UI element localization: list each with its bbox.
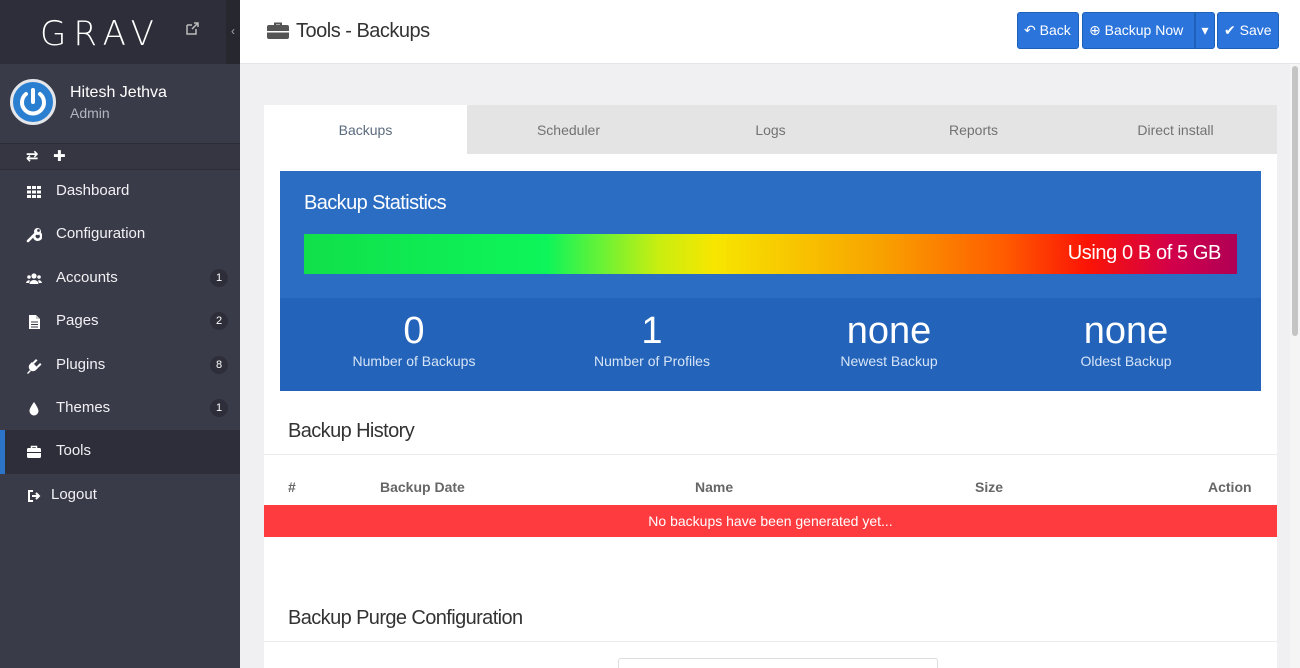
backup-dropdown-toggle[interactable]: ▾ [1195,12,1215,49]
sidebar-item-tools[interactable]: Tools [0,430,240,474]
wrench-icon [26,228,42,243]
stat-value: 0 [403,310,425,352]
backup-now-button[interactable]: ⊕ Backup Now [1082,12,1195,49]
sidebar-nav: Dashboard Configuration Accounts 1 Pages… [0,170,240,517]
backup-statistics: Backup Statistics Using 0 B of 5 GB 0 Nu… [280,171,1261,391]
column-header-name: Name [695,479,734,495]
scrollbar-thumb[interactable] [1292,66,1298,336]
sidebar-item-plugins[interactable]: Plugins 8 [0,344,240,387]
avatar [10,79,56,125]
users-icon [26,273,42,284]
stats-summary: 0 Number of Backups 1 Number of Profiles… [280,298,1261,391]
stat-caption: Oldest Backup [1080,353,1172,369]
save-button-label: Save [1239,22,1272,38]
tab-direct-install[interactable]: Direct install [1074,105,1277,154]
refresh-icon[interactable]: ⇄ [26,147,39,165]
sidebar-item-logout[interactable]: Logout [0,474,240,517]
backup-now-label: Backup Now [1104,22,1184,38]
sidebar: GRAV ‹ Hitesh Jethva Admin ⇄ ✚ Dashboard… [0,0,240,668]
user-name: Hitesh Jethva [70,84,167,101]
sidebar-item-configuration[interactable]: Configuration [0,213,240,256]
sidebar-item-pages[interactable]: Pages 2 [0,300,240,343]
backups-card: Backups Scheduler Logs Reports Direct in… [264,105,1277,668]
back-button-label: Back [1039,22,1071,38]
stat-caption: Newest Backup [840,353,938,369]
sidebar-item-label: Configuration [56,225,146,243]
plug-icon [27,358,42,374]
sidebar-item-label: Themes [56,398,111,416]
sidebar-item-themes[interactable]: Themes 1 [0,387,240,430]
count-badge: 8 [210,355,228,374]
count-badge: 1 [210,268,228,287]
tab-logs[interactable]: Logs [669,105,872,154]
quick-actions: ⇄ ✚ [0,144,240,170]
save-button[interactable]: ✔ Save [1217,12,1279,49]
grid-icon [27,186,41,198]
count-badge: 2 [210,312,228,331]
page-scrollbar[interactable] [1290,64,1300,668]
usage-text: Using 0 B of 5 GB [1067,242,1222,264]
tab-reports[interactable]: Reports [872,105,1075,154]
sidebar-item-label: Logout [51,485,97,503]
stat-value: none [1083,310,1169,352]
top-bar: Tools - Backups ↶ Back ⊕ Backup Now ▾ ✔ … [240,0,1300,64]
backup-purge-title: Backup Purge Configuration [288,607,523,629]
empty-history-message: No backups have been generated yet... [264,505,1277,537]
stat-oldest-backup: none Oldest Backup [1026,308,1226,368]
user-panel[interactable]: Hitesh Jethva Admin [0,64,240,144]
plus-icon[interactable]: ✚ [53,147,66,165]
sidebar-item-label: Accounts [56,268,118,286]
tab-scheduler[interactable]: Scheduler [467,105,670,154]
stat-value: 1 [641,310,663,352]
logo-bar: GRAV ‹ [0,0,240,64]
stat-number-of-profiles: 1 Number of Profiles [552,308,752,368]
stats-title: Backup Statistics [304,192,447,214]
sign-out-icon [28,489,41,502]
sidebar-item-dashboard[interactable]: Dashboard [0,170,240,213]
file-icon [29,315,40,330]
purge-config-field[interactable] [618,658,938,668]
stat-newest-backup: none Newest Backup [789,308,989,368]
grav-logo[interactable]: GRAV [40,14,161,54]
droplet-icon [29,401,39,416]
column-header-backup-date: Backup Date [380,479,465,495]
sidebar-collapse-toggle[interactable]: ‹ [226,0,240,64]
page-title: Tools - Backups [296,20,430,42]
divider [264,641,1277,642]
check-icon: ✔ [1224,22,1236,38]
count-badge: 1 [210,398,228,417]
column-header-action: Action [1208,479,1252,495]
stat-number-of-backups: 0 Number of Backups [314,308,514,368]
column-header-number: # [288,479,296,495]
power-icon [20,88,46,116]
stat-value: none [846,310,932,352]
sidebar-item-accounts[interactable]: Accounts 1 [0,257,240,300]
stat-caption: Number of Profiles [594,353,710,369]
back-button[interactable]: ↶ Back [1017,12,1079,49]
sidebar-item-label: Dashboard [56,182,130,199]
sidebar-item-label: Plugins [56,355,106,373]
briefcase-icon [27,446,41,459]
briefcase-icon [267,22,289,39]
life-ring-icon: ⊕ [1089,22,1101,38]
user-role: Admin [70,105,110,121]
external-link-icon[interactable] [185,22,199,36]
sidebar-item-label: Tools [56,442,92,460]
column-header-size: Size [975,479,1004,495]
storage-usage-meter: Using 0 B of 5 GB [304,234,1237,274]
backup-history-title: Backup History [288,420,415,442]
tab-backups[interactable]: Backups [264,105,467,154]
sidebar-item-label: Pages [56,312,99,330]
caret-down-icon: ▾ [1201,22,1209,38]
tab-bar: Backups Scheduler Logs Reports Direct in… [264,105,1277,154]
reply-icon: ↶ [1024,22,1036,38]
divider [264,454,1277,455]
stat-caption: Number of Backups [352,353,476,369]
